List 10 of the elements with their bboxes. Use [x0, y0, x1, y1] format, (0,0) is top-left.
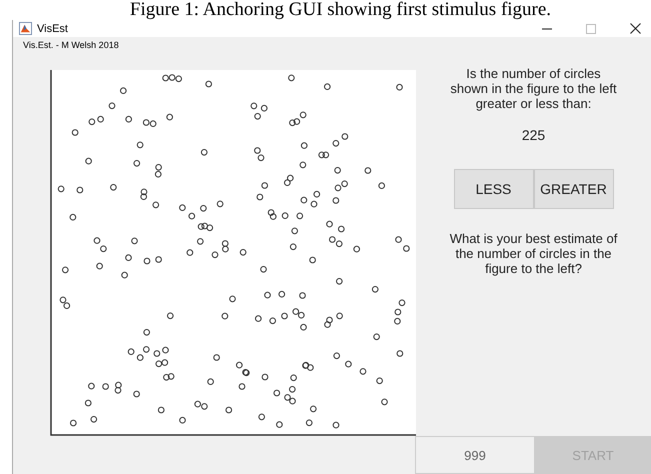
- window-title: VisEst: [37, 22, 68, 34]
- estimate-prompt: What is your best estimate of the number of circles in the figure to the left?: [448, 231, 618, 276]
- choice-button[interactable]: LESS: [454, 169, 534, 209]
- anchor-number: 225: [522, 127, 546, 143]
- estimate-field[interactable]: 999: [415, 436, 535, 474]
- question-text: Is the number of circles shown in the figure to the left greater or less than:: [449, 66, 618, 111]
- credit-text: Vis.Est. - M Welsh 2018: [22, 39, 120, 52]
- figure-caption: Figure 1: Anchoring GUI showing first stimulus figure.: [128, 0, 552, 20]
- choice-button[interactable]: GREATER: [534, 169, 614, 209]
- close-icon[interactable]: [630, 23, 641, 34]
